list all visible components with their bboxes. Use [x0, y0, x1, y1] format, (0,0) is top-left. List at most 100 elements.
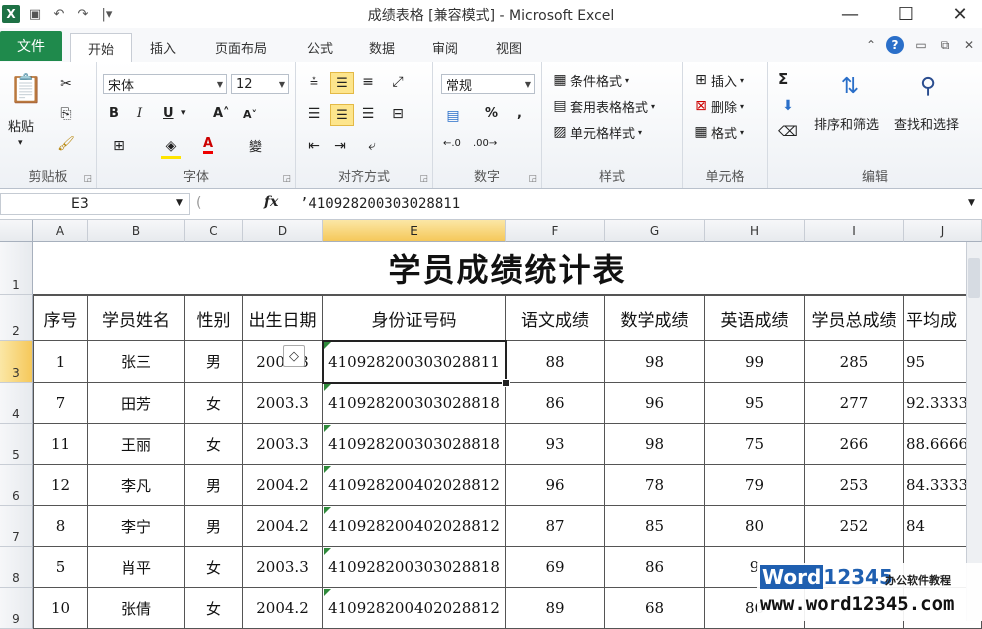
clipboard-launcher-icon[interactable]: ◲ [83, 174, 92, 184]
table-cell[interactable]: 410928200303028811 [323, 341, 506, 383]
sort-filter-icon[interactable]: ⇅ [830, 70, 870, 102]
error-warning-icon[interactable]: ◇ [283, 345, 305, 367]
table-cell[interactable]: 李宁 [88, 506, 185, 547]
fill-handle[interactable] [502, 379, 510, 387]
table-cell[interactable]: 2004.2 [243, 588, 323, 629]
header-cell[interactable]: 性别 [185, 295, 243, 341]
tab-formulas[interactable]: 公式 [295, 33, 345, 61]
table-cell[interactable]: 2004.2 [243, 465, 323, 506]
table-cell[interactable]: 98 [605, 341, 705, 383]
table-cell[interactable]: 253 [805, 465, 904, 506]
table-cell[interactable]: 王丽 [88, 424, 185, 465]
table-cell[interactable]: 男 [185, 506, 243, 547]
header-cell[interactable]: 语文成绩 [506, 295, 605, 341]
table-cell[interactable]: 肖平 [88, 547, 185, 588]
row-header-8[interactable]: 8 [0, 547, 33, 588]
select-all-corner[interactable] [0, 220, 33, 242]
table-cell[interactable]: 410928200303028818 [323, 547, 506, 588]
phonetic-button[interactable]: 變 [249, 136, 262, 155]
tab-review[interactable]: 审阅 [418, 33, 472, 61]
column-header-D[interactable]: D [243, 220, 323, 242]
table-cell[interactable]: 86 [605, 547, 705, 588]
paste-button[interactable]: 粘贴 [8, 116, 34, 135]
table-cell[interactable]: 李凡 [88, 465, 185, 506]
minimize-button[interactable]: — [828, 0, 872, 28]
tab-file[interactable]: 文件 [0, 31, 62, 61]
font-color-button[interactable]: A [203, 136, 214, 154]
find-select-button[interactable]: 查找和选择 [894, 114, 959, 133]
wrap-text-icon[interactable]: ⤶ [362, 136, 382, 156]
grow-font-button[interactable]: A˄ [213, 106, 230, 121]
table-cell[interactable]: 5 [33, 547, 88, 588]
table-cell[interactable]: 99 [705, 341, 805, 383]
row-header-1[interactable]: 1 [0, 242, 33, 295]
row-header-6[interactable]: 6 [0, 465, 33, 506]
formula-input[interactable]: ’410928200303028811 [300, 193, 460, 215]
autosum-button[interactable]: Σ [778, 70, 788, 88]
table-cell[interactable]: 78 [605, 465, 705, 506]
vertical-scrollbar-thumb[interactable] [968, 258, 980, 298]
name-box-dropdown-icon[interactable]: ▼ [176, 198, 183, 208]
decrease-indent-icon[interactable]: ⇤ [304, 136, 324, 156]
table-cell[interactable]: 田芳 [88, 383, 185, 424]
header-cell[interactable]: 身份证号码 [323, 295, 506, 341]
column-header-E[interactable]: E [323, 220, 506, 242]
header-cell[interactable]: 数学成绩 [605, 295, 705, 341]
decrease-decimal-icon[interactable]: .00→ [473, 138, 497, 149]
table-cell[interactable]: 79 [705, 465, 805, 506]
comma-button[interactable]: , [517, 106, 522, 121]
window-close-icon[interactable]: ✕ [960, 36, 978, 54]
bold-button[interactable]: B [109, 106, 119, 121]
table-cell[interactable]: 285 [805, 341, 904, 383]
table-cell[interactable]: 93 [506, 424, 605, 465]
table-cell[interactable]: 10 [33, 588, 88, 629]
table-cell[interactable]: 85 [605, 506, 705, 547]
table-cell[interactable]: 68 [605, 588, 705, 629]
table-cell[interactable]: 75 [705, 424, 805, 465]
column-header-C[interactable]: C [185, 220, 243, 242]
cut-icon[interactable]: ✂ [56, 74, 76, 94]
header-cell[interactable]: 出生日期 [243, 295, 323, 341]
table-cell[interactable]: 女 [185, 383, 243, 424]
percent-button[interactable]: % [485, 106, 498, 121]
column-header-G[interactable]: G [605, 220, 705, 242]
table-cell[interactable]: 87 [506, 506, 605, 547]
tab-view[interactable]: 视图 [482, 33, 536, 61]
table-cell[interactable]: 2003.3 [243, 383, 323, 424]
table-cell[interactable]: 2004.2 [243, 506, 323, 547]
table-cell[interactable]: 11 [33, 424, 88, 465]
table-cell[interactable]: 女 [185, 588, 243, 629]
row-header-7[interactable]: 7 [0, 506, 33, 547]
paste-icon[interactable]: 📋 [8, 70, 44, 106]
conditional-format-button[interactable]: ▦ 条件格式 ▾ [550, 70, 629, 90]
italic-button[interactable]: I [137, 106, 142, 121]
table-cell[interactable]: 7 [33, 383, 88, 424]
align-top-icon[interactable]: ⩮ [304, 72, 324, 92]
fill-color-icon[interactable]: ◈ [161, 136, 181, 159]
row-header-2[interactable]: 2 [0, 295, 33, 341]
table-cell[interactable]: 96 [506, 465, 605, 506]
align-bottom-icon[interactable]: ≡ [358, 72, 378, 92]
tab-data[interactable]: 数据 [355, 33, 409, 61]
name-box[interactable]: E3 [0, 193, 190, 215]
copy-icon[interactable]: ⎘ [56, 104, 76, 124]
table-cell[interactable]: 女 [185, 547, 243, 588]
window-restore-icon[interactable]: ⧉ [936, 36, 954, 54]
maximize-button[interactable]: ☐ [884, 0, 928, 28]
align-middle-icon[interactable]: ☰ [330, 72, 354, 94]
insert-function-button[interactable]: fx [264, 194, 278, 210]
table-cell[interactable]: 8 [33, 506, 88, 547]
format-as-table-button[interactable]: ▤ 套用表格格式 ▾ [550, 96, 655, 116]
close-button[interactable]: ✕ [938, 0, 982, 28]
table-cell[interactable]: 95 [705, 383, 805, 424]
increase-indent-icon[interactable]: ⇥ [330, 136, 350, 156]
border-icon[interactable]: ⊞ [109, 136, 129, 156]
alignment-launcher-icon[interactable]: ◲ [419, 174, 428, 184]
column-header-H[interactable]: H [705, 220, 805, 242]
underline-button[interactable]: U [163, 106, 174, 121]
formula-bar-expand-icon[interactable]: ▼ [968, 198, 975, 208]
clear-icon[interactable]: ⌫ [778, 122, 798, 142]
header-cell[interactable]: 学员姓名 [88, 295, 185, 341]
column-header-F[interactable]: F [506, 220, 605, 242]
collapse-ribbon-icon[interactable]: ⌃ [862, 36, 880, 54]
